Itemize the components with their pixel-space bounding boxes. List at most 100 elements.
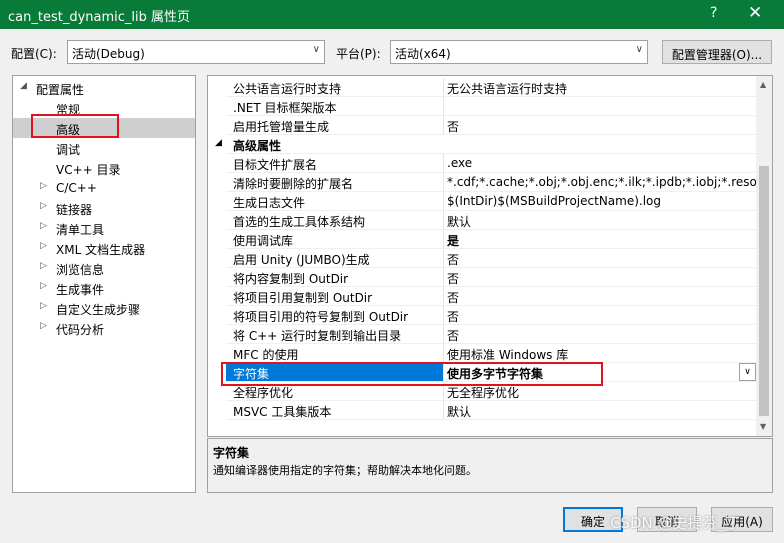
property-value: 无全程序优化 <box>444 382 756 401</box>
property-grid: ▲ ▼ 公共语言运行时支持 无公共语言运行时支持 .NET 目标框架版本 启用托管增量… <box>207 75 773 437</box>
property-name: 公共语言运行时支持 <box>226 78 444 97</box>
property-value: 否 <box>444 306 756 325</box>
property-value: 否 <box>444 116 756 135</box>
chevron-down-icon: ∨ <box>635 44 643 55</box>
property-name: .NET 目标框架版本 <box>226 97 444 116</box>
property-row[interactable]: 将 C++ 运行时复制到输出目录否 <box>208 325 756 344</box>
property-name: MSVC 工具集版本 <box>226 401 444 420</box>
tree-item-label: 清单工具 <box>56 223 105 237</box>
property-row[interactable]: 生成日志文件 $(IntDir)$(MSBuildProjectName).log <box>208 192 756 211</box>
property-row[interactable]: 将项目引用的符号复制到 OutDir 否 <box>208 306 756 325</box>
property-name: 使用调试库 <box>226 230 444 249</box>
property-row[interactable]: 清除时要删除的扩展名 *.cdf;*.cache;*.obj;*.obj.enc;… <box>208 173 756 192</box>
property-row[interactable]: 使用调试库是 <box>208 230 756 249</box>
expanded-arrow-icon[interactable]: ◢ <box>215 138 222 148</box>
property-value: .exe <box>444 154 756 173</box>
property-value: 无公共语言运行时支持 <box>444 78 756 97</box>
description-title: 字符集 <box>213 446 250 460</box>
description-text: 通知编译器使用指定的字符集；帮助解决本地化问题。 <box>213 464 477 477</box>
chevron-down-icon: ∨ <box>312 44 320 55</box>
property-name: 启用 Unity (JUMBO)生成 <box>226 249 444 268</box>
title-bar: can_test_dynamic_lib 属性页 ? ✕ <box>0 0 784 29</box>
platform-select[interactable]: 活动(x64) ∨ <box>390 40 648 64</box>
tree-item[interactable]: ▷ 清单工具 <box>13 218 195 238</box>
scrollbar-thumb[interactable] <box>759 166 769 416</box>
tree-item[interactable]: ▷ 自定义生成步骤 <box>13 298 195 318</box>
property-name: 将内容复制到 OutDir <box>226 268 444 287</box>
property-row[interactable]: 字符集 使用多字节字符集 ∨ <box>208 363 756 382</box>
collapsed-arrow-icon[interactable]: ▷ <box>40 301 47 311</box>
property-value: 否 <box>444 268 756 287</box>
tree-item-label: 链接器 <box>56 203 93 217</box>
property-row[interactable]: 全程序优化 无全程序优化 <box>208 382 756 401</box>
tree-item[interactable]: ◢ 配置属性 <box>13 78 195 98</box>
platform-select-value: 活动(x64) <box>395 47 451 61</box>
collapsed-arrow-icon[interactable]: ▷ <box>40 201 47 211</box>
config-label: 配置(C): <box>11 47 57 61</box>
property-value[interactable]: 使用多字节字符集 <box>444 363 756 382</box>
property-value: 使用标准 Windows 库 <box>444 344 756 363</box>
tree-item-label: 浏览信息 <box>56 263 105 277</box>
grid-section-header[interactable]: ◢ 高级属性 <box>208 135 756 154</box>
property-name: 高级属性 <box>226 135 756 154</box>
property-name: 清除时要删除的扩展名 <box>226 173 444 192</box>
tree-item-label: 调试 <box>56 143 81 157</box>
chevron-down-icon[interactable]: ∨ <box>739 363 756 381</box>
property-name: 将 C++ 运行时复制到输出目录 <box>226 325 444 344</box>
property-name: 启用托管增量生成 <box>226 116 444 135</box>
property-row[interactable]: MFC 的使用 使用标准 Windows 库 <box>208 344 756 363</box>
property-name: 将项目引用复制到 OutDir <box>226 287 444 306</box>
property-value: *.cdf;*.cache;*.obj;*.obj.enc;*.ilk;*.ip… <box>444 173 756 192</box>
tree-item[interactable]: 调试 <box>13 138 195 158</box>
collapsed-arrow-icon[interactable]: ▷ <box>40 321 47 331</box>
property-row[interactable]: 公共语言运行时支持 无公共语言运行时支持 <box>208 78 756 97</box>
tree-item[interactable]: ▷ 代码分析 <box>13 318 195 338</box>
help-button[interactable]: ? <box>710 5 717 21</box>
collapsed-arrow-icon[interactable]: ▷ <box>40 261 47 271</box>
collapsed-arrow-icon[interactable]: ▷ <box>40 281 47 291</box>
tree-item[interactable]: VC++ 目录 <box>13 158 195 178</box>
ok-button[interactable]: 确定 <box>563 507 623 532</box>
property-row[interactable]: 启用托管增量生成否 <box>208 116 756 135</box>
scroll-down-icon[interactable]: ▼ <box>760 422 766 431</box>
property-row[interactable]: 将内容复制到 OutDir 否 <box>208 268 756 287</box>
tree-item-label: 自定义生成步骤 <box>56 303 141 317</box>
property-row[interactable]: 启用 Unity (JUMBO)生成否 <box>208 249 756 268</box>
property-value: 否 <box>444 249 756 268</box>
property-value <box>444 97 756 116</box>
collapsed-arrow-icon[interactable]: ▷ <box>40 221 47 231</box>
collapsed-arrow-icon[interactable]: ▷ <box>40 241 47 251</box>
property-row[interactable]: MSVC 工具集版本 默认 <box>208 401 756 420</box>
property-row[interactable]: 将项目引用复制到 OutDir 否 <box>208 287 756 306</box>
tree-item[interactable]: ▷ 链接器 <box>13 198 195 218</box>
property-row[interactable]: 目标文件扩展名 .exe <box>208 154 756 173</box>
tree-item[interactable]: 常规 <box>13 98 195 118</box>
tree-item[interactable]: 高级 <box>13 118 195 138</box>
property-name: 生成日志文件 <box>226 192 444 211</box>
apply-button[interactable]: 应用(A) <box>711 507 773 532</box>
tree-item-label: 配置属性 <box>36 83 85 97</box>
expanded-arrow-icon[interactable]: ◢ <box>20 81 27 91</box>
scroll-up-icon[interactable]: ▲ <box>760 80 766 89</box>
property-name: 将项目引用的符号复制到 OutDir <box>226 306 444 325</box>
tree-item-label: C/C++ <box>56 181 97 195</box>
cancel-button[interactable]: 取消 <box>637 507 697 532</box>
tree-item-label: 高级 <box>56 123 81 137</box>
collapsed-arrow-icon[interactable]: ▷ <box>40 181 47 191</box>
window-title: can_test_dynamic_lib 属性页 <box>8 10 191 25</box>
property-name: 目标文件扩展名 <box>226 154 444 173</box>
config-manager-button[interactable]: 配置管理器(O)... <box>662 40 772 64</box>
config-select[interactable]: 活动(Debug) ∨ <box>67 40 325 64</box>
property-row[interactable]: 首选的生成工具体系结构 默认 <box>208 211 756 230</box>
close-button[interactable]: ✕ <box>748 3 762 23</box>
tree-item[interactable]: ▷ XML 文档生成器 <box>13 238 195 258</box>
property-row[interactable]: .NET 目标框架版本 <box>208 97 756 116</box>
tree-item[interactable]: ▷ 生成事件 <box>13 278 195 298</box>
tree-item[interactable]: ▷ 浏览信息 <box>13 258 195 278</box>
property-value: 默认 <box>444 211 756 230</box>
tree-item[interactable]: ▷ C/C++ <box>13 178 195 198</box>
property-value: 否 <box>444 287 756 306</box>
config-select-value: 活动(Debug) <box>72 47 145 61</box>
vertical-scrollbar[interactable]: ▲ ▼ <box>756 76 772 436</box>
property-name: 字符集 <box>226 363 444 382</box>
